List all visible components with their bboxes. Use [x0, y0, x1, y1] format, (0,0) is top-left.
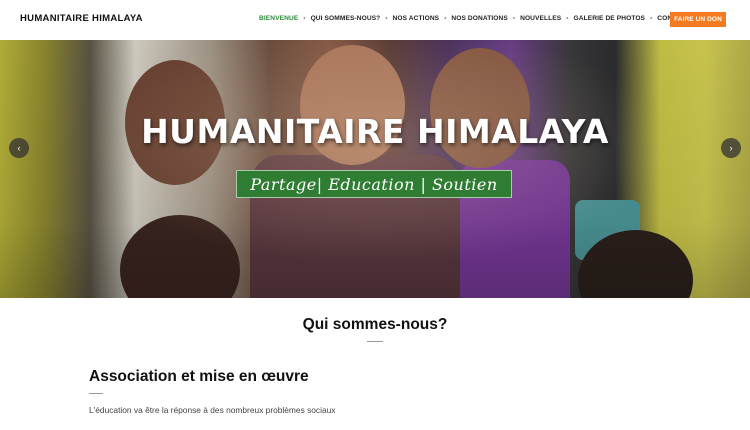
nav-item-nos-actions[interactable]: NOS ACTIONS [393, 15, 440, 22]
subsection-text: L'éducation va être la réponse à des nom… [89, 405, 336, 415]
nav-separator: • [512, 15, 516, 22]
hero-tagline: Partage| Education | Soutien [236, 170, 512, 198]
nav-item-nouvelles[interactable]: NOUVELLES [520, 15, 561, 22]
hero-overlay [0, 40, 750, 298]
site-logo[interactable]: HUMANITAIRE HIMALAYA [20, 13, 143, 24]
nav-separator: • [303, 15, 306, 22]
nav-separator: • [385, 15, 388, 22]
nav-separator: • [650, 15, 653, 22]
subsection-divider [89, 393, 103, 394]
nav-item-galerie-de-photos[interactable]: GALERIE DE PHOTOS [574, 15, 646, 22]
subsection-title: Association et mise en œuvre [89, 368, 309, 385]
nav-item-nos-donations[interactable]: NOS DONATIONS [451, 15, 508, 22]
main-nav: BIENVENUE • QUI SOMMES-NOUS? • NOS ACTIO… [259, 15, 690, 22]
donate-button[interactable]: FAIRE UN DON [670, 12, 726, 27]
nav-separator: • [444, 15, 447, 22]
hero-slider: HUMANITAIRE HIMALAYA Partage| Education … [0, 40, 750, 298]
nav-item-bienvenue[interactable]: BIENVENUE [259, 15, 298, 22]
hero-title: HUMANITAIRE HIMALAYA [141, 112, 609, 151]
chevron-right-icon[interactable]: › [721, 138, 741, 158]
site-header: HUMANITAIRE HIMALAYA BIENVENUE • QUI SOM… [0, 0, 750, 40]
section-title: Qui sommes-nous? [302, 316, 448, 333]
section-divider [367, 341, 383, 342]
nav-item-qui-sommes-nous[interactable]: QUI SOMMES-NOUS? [311, 15, 381, 22]
nav-separator: • [566, 15, 569, 22]
chevron-left-icon[interactable]: ‹ [9, 138, 29, 158]
